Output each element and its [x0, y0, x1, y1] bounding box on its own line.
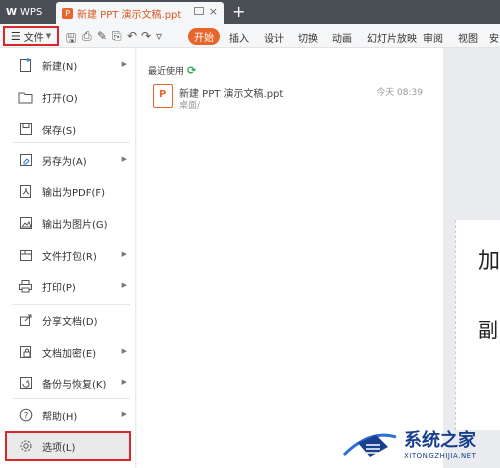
watermark-logo-icon: [340, 427, 400, 459]
chevron-right-icon: ▶: [121, 281, 127, 289]
undo-icon[interactable]: ↶: [127, 29, 137, 43]
tab-home[interactable]: 开始: [188, 28, 220, 45]
chevron-right-icon: ▶: [121, 60, 127, 68]
slide-title-fragment: 加: [478, 249, 500, 274]
wps-logo-icon: W: [6, 6, 18, 18]
menu-item-label: 文件打包(R): [42, 251, 97, 263]
recent-file-path: 桌面/: [179, 101, 201, 111]
site-watermark: 系统之家 XITONGZHIJIA.NET: [340, 418, 500, 468]
tab-animation[interactable]: 动画: [332, 30, 352, 45]
chevron-right-icon: ▶: [121, 250, 127, 258]
menu-item-export-image[interactable]: 输出为图片(G): [0, 208, 136, 238]
menu-item-open[interactable]: 打开(O): [0, 82, 136, 112]
gear-icon: [18, 439, 33, 454]
chevron-right-icon: ▶: [121, 410, 127, 418]
image-export-icon: [18, 216, 33, 231]
save-icon: [18, 122, 33, 137]
share-icon: [18, 313, 33, 328]
file-menu-panel: 新建(N) ▶ 打开(O) 保存(S) 另存为(A) ▶ 输出为PDF(F) 输…: [0, 48, 136, 468]
menu-item-label: 文档加密(E): [42, 348, 97, 360]
help-icon: ?: [18, 408, 33, 423]
menu-item-save-as[interactable]: 另存为(A) ▶: [0, 145, 136, 175]
save-icon[interactable]: 🖫: [66, 29, 76, 50]
title-bar: W WPS P 新建 PPT 演示文稿.ppt × +: [0, 0, 500, 24]
menu-item-label: 输出为图片(G): [42, 219, 108, 231]
recent-files-header: 最近使用 ⟳: [148, 64, 196, 77]
tab-close-icon[interactable]: ×: [209, 5, 218, 18]
slide-subtitle-fragment: 副: [478, 318, 498, 342]
menu-item-package[interactable]: 文件打包(R) ▶: [0, 240, 136, 270]
tab-view[interactable]: 视图: [458, 30, 478, 45]
printer-icon: [18, 279, 33, 294]
file-menu-label: 文件: [23, 32, 44, 44]
ppt-file-icon: [153, 84, 173, 108]
chevron-right-icon: ▶: [121, 378, 127, 386]
menu-divider: [12, 398, 130, 399]
print-icon[interactable]: ⎘: [112, 29, 122, 44]
document-tab-title: 新建 PPT 演示文稿.ppt: [77, 9, 182, 21]
svg-text:?: ?: [23, 411, 28, 421]
new-tab-button[interactable]: +: [232, 2, 245, 21]
menu-item-share[interactable]: 分享文档(D): [0, 305, 136, 335]
tab-transition[interactable]: 切换: [298, 30, 318, 45]
file-menu-button[interactable]: ☰ 文件 ▼: [3, 26, 59, 46]
recent-file-time: 今天 08:39: [376, 88, 423, 98]
menu-item-new[interactable]: 新建(N) ▶: [0, 50, 136, 80]
menu-item-print[interactable]: 打印(P) ▶: [0, 271, 136, 301]
menu-item-export-pdf[interactable]: 输出为PDF(F): [0, 176, 136, 206]
lock-icon: [18, 345, 33, 360]
menu-item-label: 选项(L): [42, 442, 76, 454]
menu-item-backup[interactable]: 备份与恢复(K) ▶: [0, 368, 136, 398]
document-tab[interactable]: P 新建 PPT 演示文稿.ppt ×: [56, 2, 224, 24]
tab-slideshow[interactable]: 幻灯片放映: [367, 30, 417, 45]
wps-home-tab[interactable]: W WPS: [0, 0, 52, 24]
menu-item-label: 打开(O): [42, 93, 78, 105]
folder-icon: [18, 90, 33, 105]
tab-design[interactable]: 设计: [264, 30, 284, 45]
recent-files-panel: 最近使用 ⟳ 新建 PPT 演示文稿.ppt 桌面/ 今天 08:39: [137, 48, 443, 468]
recent-file-item[interactable]: 新建 PPT 演示文稿.ppt 桌面/ 今天 08:39: [149, 82, 437, 116]
print-preview-icon[interactable]: ⎙: [82, 29, 92, 44]
tab-insert[interactable]: 插入: [229, 30, 249, 45]
watermark-brand: 系统之家: [404, 430, 476, 451]
package-icon: [18, 248, 33, 263]
watermark-text: 系统之家 XITONGZHIJIA.NET: [404, 426, 476, 460]
menu-item-help[interactable]: ? 帮助(H) ▶: [0, 400, 136, 430]
watermark-url: XITONGZHIJIA.NET: [404, 452, 477, 460]
chevron-down-icon: ▼: [45, 32, 52, 40]
chevron-right-icon: ▶: [121, 347, 127, 355]
hamburger-icon: ☰: [10, 29, 21, 43]
backup-icon: [18, 376, 33, 391]
menu-item-label: 分享文档(D): [42, 316, 98, 328]
menu-divider: [12, 142, 130, 143]
menu-item-label: 备份与恢复(K): [42, 379, 107, 391]
redo-icon[interactable]: ↷: [141, 29, 151, 43]
menu-item-options[interactable]: 选项(L): [5, 431, 131, 461]
chevron-right-icon: ▶: [121, 155, 127, 163]
menu-item-label: 输出为PDF(F): [42, 187, 106, 199]
refresh-icon[interactable]: ⟳: [187, 64, 196, 77]
menu-item-label: 帮助(H): [42, 411, 78, 423]
menu-item-encrypt[interactable]: 文档加密(E) ▶: [0, 337, 136, 367]
menu-item-label: 新建(N): [42, 61, 78, 73]
menu-item-save[interactable]: 保存(S): [0, 114, 136, 144]
more-icon[interactable]: ▿: [156, 29, 162, 43]
menu-item-label: 另存为(A): [42, 156, 87, 168]
menu-item-label: 保存(S): [42, 125, 77, 137]
pdf-icon: [18, 184, 33, 199]
recent-files-title: 最近使用: [148, 67, 185, 77]
tab-security[interactable]: 安: [489, 30, 499, 45]
menu-item-label: 打印(P): [42, 282, 76, 294]
new-file-icon: [18, 57, 33, 73]
wps-tab-label: WPS: [20, 6, 43, 18]
save-as-icon: [18, 153, 33, 168]
ppt-file-icon: P: [62, 7, 73, 19]
tab-review[interactable]: 审阅: [423, 30, 443, 45]
monitor-icon[interactable]: [194, 7, 204, 15]
format-painter-icon[interactable]: ✎: [97, 29, 107, 43]
ribbon-bar: ☰ 文件 ▼ 🖫 ⎙ ✎ ⎘ ↶ ↷ ▿ 开始 插入 设计 切换 动画 幻灯片放…: [0, 24, 500, 48]
